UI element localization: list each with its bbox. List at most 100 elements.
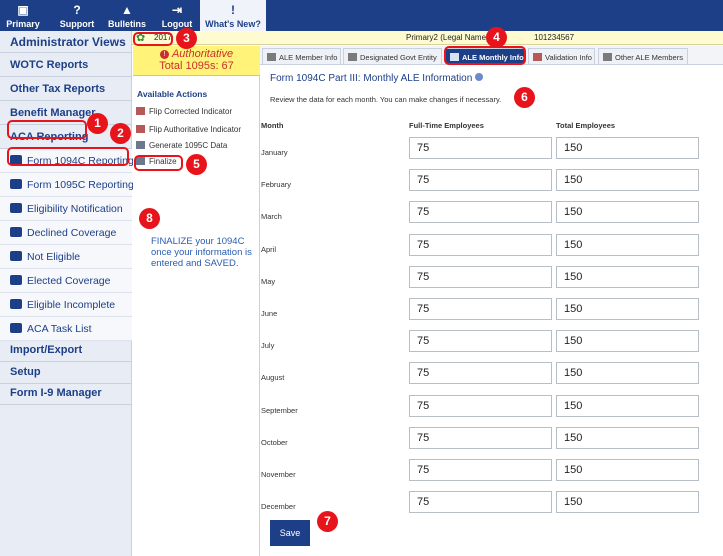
flag-icon (136, 107, 145, 115)
nav-support[interactable]: ? Support (54, 0, 100, 31)
alert-icon: ! (159, 50, 169, 59)
highlight-ale-monthly-tab (444, 46, 526, 65)
document-icon (136, 141, 145, 149)
action-label: Flip Corrected Indicator (149, 107, 233, 116)
sidebar-subitem-eligibility-notification[interactable]: Eligibility Notification (0, 197, 132, 221)
tab-designated-govt-entity[interactable]: Designated Govt Entity (343, 48, 442, 65)
sidebar-subitem-elected-coverage[interactable]: Elected Coverage (0, 269, 132, 293)
nav-primary[interactable]: ▣ Primary (0, 0, 46, 31)
document-icon (348, 53, 357, 61)
total-employees-input[interactable]: 150 (556, 330, 699, 353)
total-1095s: Total 1095s: 67 (159, 60, 234, 72)
sidebar-item-other-tax-reports[interactable]: Other Tax Reports (0, 77, 132, 101)
action-generate-1095c[interactable]: Generate 1095C Data (136, 141, 227, 150)
column-header-full-time: Full-Time Employees (409, 121, 484, 130)
tab-other-ale-members[interactable]: Other ALE Members (598, 48, 688, 65)
total-employees-input[interactable]: 150 (556, 298, 699, 320)
full-time-employees-input[interactable]: 75 (409, 201, 552, 224)
tab-validation-info[interactable]: Validation Info (528, 48, 595, 65)
sidebar-item-import-export[interactable]: Import/Export (0, 338, 132, 362)
chart-icon (10, 203, 22, 213)
check-icon (10, 275, 22, 285)
sidebar-subitem-label: Elected Coverage (27, 275, 111, 287)
logout-icon: ⇥ (171, 3, 183, 17)
nav-bulletins-label: Bulletins (107, 19, 146, 29)
sidebar-subitem-form-1095c[interactable]: Form 1095C Reporting (0, 173, 134, 197)
highlight-form-1094c (7, 147, 129, 166)
full-time-employees-input[interactable]: 75 (409, 137, 552, 159)
tab-label: Other ALE Members (615, 53, 683, 62)
available-actions-panel: Available Actions Flip Corrected Indicat… (133, 76, 260, 556)
total-employees-input[interactable]: 150 (556, 426, 699, 449)
full-time-employees-input[interactable]: 75 (409, 426, 552, 449)
sidebar-subitem-not-eligible[interactable]: Not Eligible (0, 245, 132, 269)
total-employees-input[interactable]: 150 (556, 459, 699, 481)
sidebar-subitem-declined-coverage[interactable]: Declined Coverage (0, 221, 132, 245)
person-card-icon: ▣ (17, 3, 29, 17)
nav-whats-new[interactable]: ! What's New? (200, 0, 266, 31)
sidebar-item-wotc-reports[interactable]: WOTC Reports (0, 53, 132, 77)
full-time-employees-input[interactable]: 75 (409, 265, 552, 288)
total-employees-input[interactable]: 150 (556, 137, 699, 159)
highlight-finalize (134, 155, 183, 171)
sidebar-subitem-eligible-incomplete[interactable]: Eligible Incomplete (0, 293, 132, 317)
month-label: January (261, 148, 288, 157)
flag-icon (533, 53, 542, 61)
callout-6: 6 (514, 87, 535, 108)
bell-icon: ▲ (121, 3, 133, 17)
sidebar: Administrator Views WOTC Reports Other T… (0, 31, 134, 556)
nav-primary-label: Primary (6, 19, 40, 29)
action-flip-corrected[interactable]: Flip Corrected Indicator (136, 107, 232, 116)
exclamation-icon (10, 299, 22, 309)
sidebar-subitem-label: Declined Coverage (27, 227, 117, 239)
month-label: July (261, 341, 275, 351)
highlight-aca-reporting (7, 120, 87, 139)
sidebar-subitem-label: ACA Task List (27, 323, 92, 335)
full-time-employees-input[interactable]: 75 (409, 394, 552, 417)
authoritative-line: ! Authoritative (133, 48, 260, 60)
save-button[interactable]: Save (270, 520, 310, 546)
sidebar-item-form-i9-manager[interactable]: Form I-9 Manager (0, 381, 132, 405)
help-icon[interactable] (475, 73, 484, 81)
full-time-employees-input[interactable]: 75 (409, 330, 552, 353)
callout-4: 4 (486, 27, 507, 48)
sidebar-subitem-label: Eligible Incomplete (27, 299, 116, 311)
page-title-text: Form 1094C Part III: Monthly ALE Informa… (270, 73, 473, 84)
sidebar-title: Administrator Views (0, 31, 132, 53)
total-employees-input[interactable]: 150 (556, 394, 699, 417)
month-label: November (261, 470, 296, 479)
tab-label: ALE Member Info (279, 53, 338, 62)
callout-2: 2 (110, 123, 131, 144)
total-employees-input[interactable]: 150 (556, 233, 699, 256)
column-header-total: Total Employees (556, 121, 616, 130)
list-icon (10, 323, 22, 333)
callout-3: 3 (176, 28, 197, 49)
action-flip-authoritative[interactable]: Flip Authoritative Indicator (136, 125, 241, 134)
sidebar-subitem-label: Not Eligible (27, 251, 81, 263)
total-employees-input[interactable]: 150 (556, 362, 699, 385)
tab-label: Validation Info (545, 53, 592, 62)
total-employees-input[interactable]: 150 (556, 491, 699, 514)
sidebar-subitem-label: Form 1095C Reporting (27, 179, 134, 191)
sidebar-subitem-label: Eligibility Notification (27, 203, 123, 215)
total-employees-input[interactable]: 150 (556, 265, 699, 288)
nav-bulletins[interactable]: ▲ Bulletins (104, 0, 150, 31)
month-label: June (261, 309, 278, 318)
full-time-employees-input[interactable]: 75 (409, 298, 552, 320)
full-time-employees-input[interactable]: 75 (409, 233, 552, 256)
tab-ale-member-info[interactable]: ALE Member Info (262, 48, 341, 65)
full-time-employees-input[interactable]: 75 (409, 169, 552, 192)
month-label: September (261, 405, 298, 415)
total-employees-input[interactable]: 150 (556, 201, 699, 224)
full-time-employees-input[interactable]: 75 (409, 362, 552, 385)
callout-5: 5 (186, 154, 207, 175)
month-label: August (261, 373, 285, 383)
full-time-employees-input[interactable]: 75 (409, 459, 552, 481)
full-time-employees-input[interactable]: 75 (409, 491, 552, 514)
page-title: Form 1094C Part III: Monthly ALE Informa… (270, 73, 484, 84)
list-icon (10, 179, 22, 189)
tab-label: Designated Govt Entity (360, 53, 437, 62)
total-employees-input[interactable]: 150 (556, 169, 699, 192)
month-label: December (261, 502, 296, 512)
nav-logout[interactable]: ⇥ Logout (154, 0, 200, 31)
